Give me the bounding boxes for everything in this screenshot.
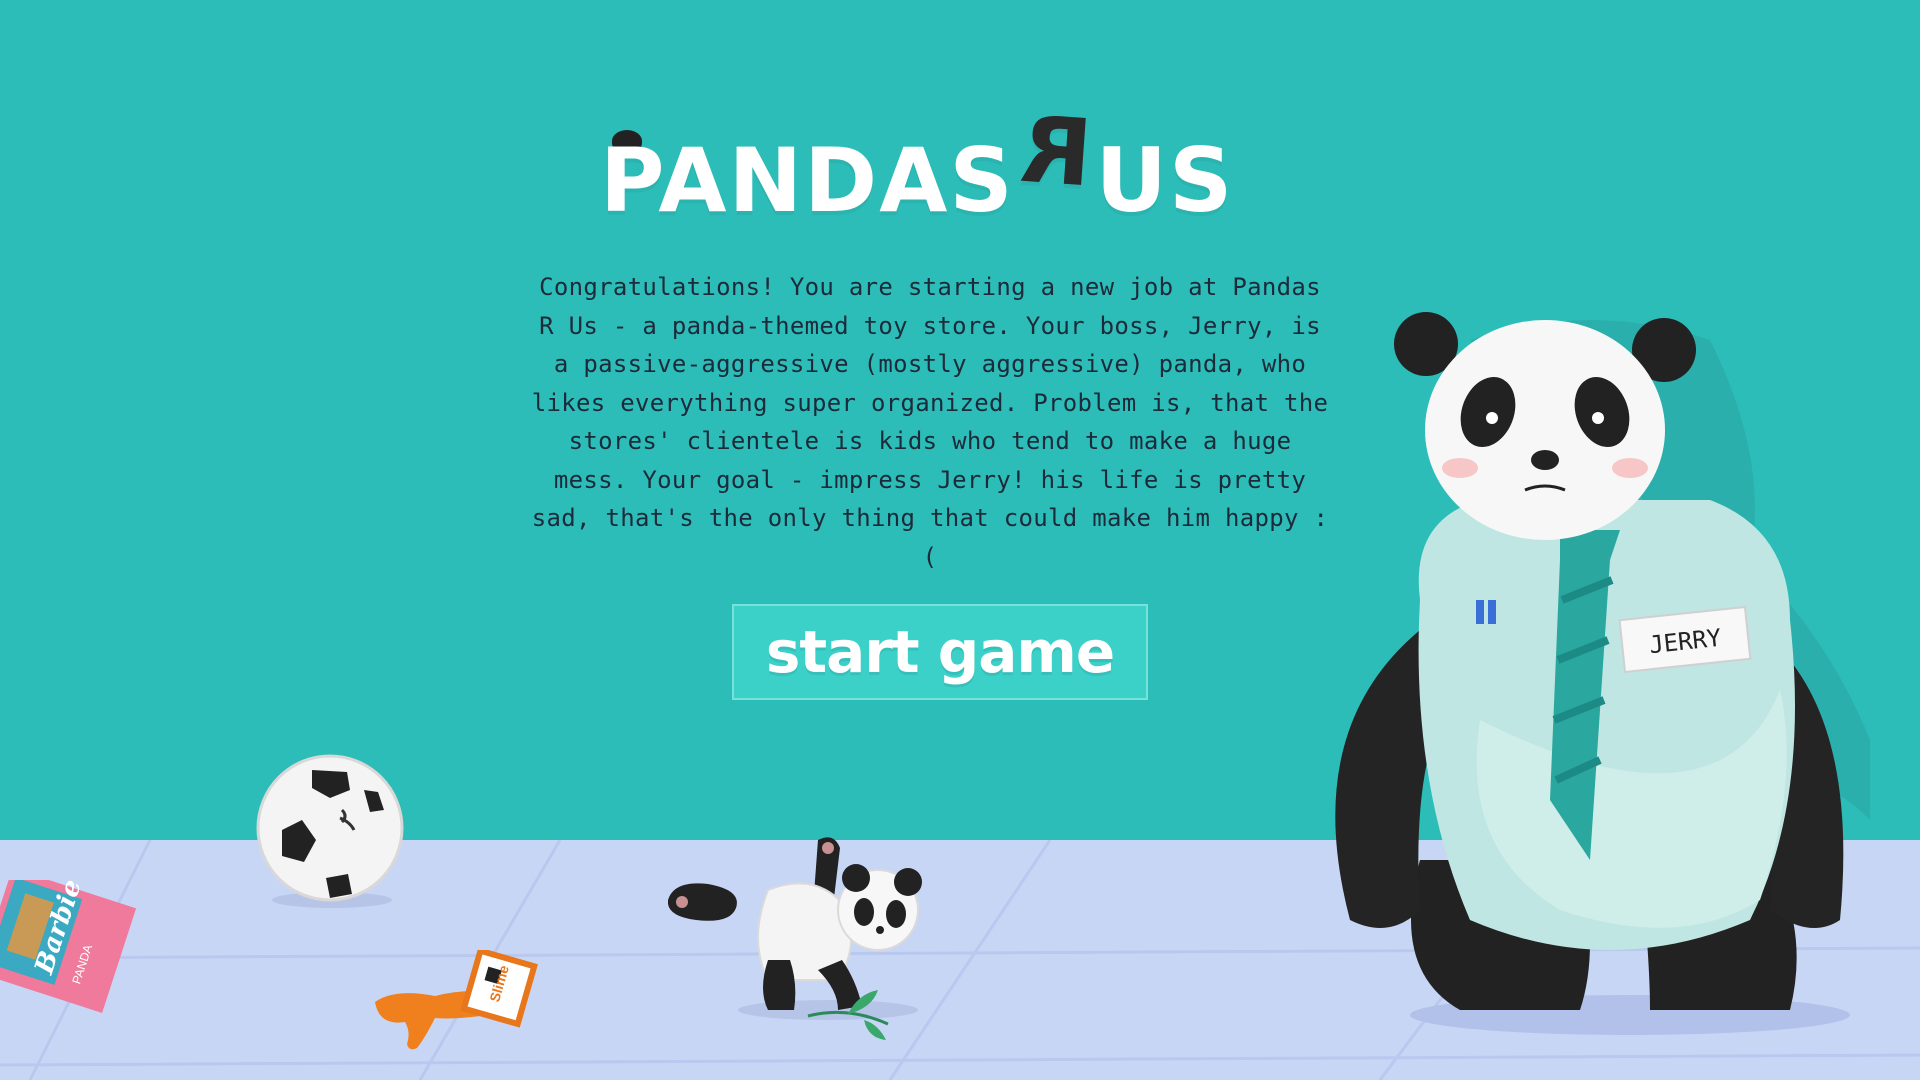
logo-us: US — [1095, 129, 1235, 232]
jerry-panda-character: JERRY — [1335, 312, 1870, 1035]
barbie-panda-box: Barbie PANDA — [0, 880, 137, 1014]
intro-text: Congratulations! You are starting a new … — [531, 273, 1329, 571]
broken-panda-plush — [668, 837, 922, 1040]
logo-r: R — [1015, 95, 1096, 208]
start-game-button[interactable]: start game — [732, 604, 1148, 700]
game-logo: PANDASRUS — [600, 96, 1260, 238]
spilled-slime: Slime — [375, 950, 538, 1050]
soccer-ball-icon — [256, 754, 404, 908]
logo-pandas: PANDAS — [600, 129, 1015, 232]
